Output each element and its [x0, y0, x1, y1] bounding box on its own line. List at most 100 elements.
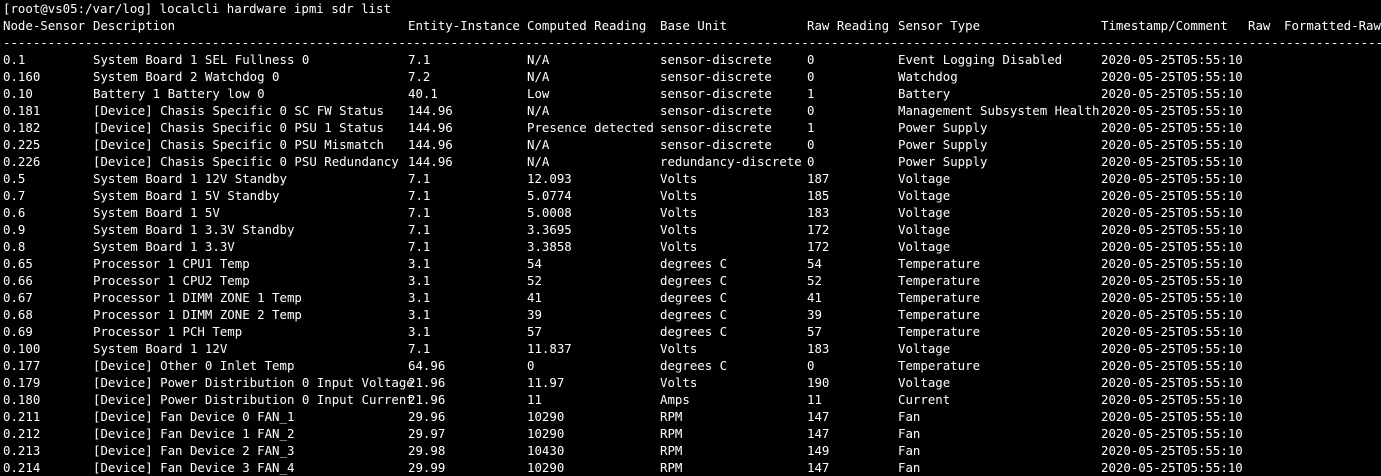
cell-base-unit: Volts — [660, 239, 698, 254]
cell-computed-reading: 11 — [527, 392, 542, 407]
cell-timestamp-comment: 2020-05-25T05:55:10 — [1101, 154, 1243, 169]
table-row: 0.10 Battery 1 Battery low 0 40.1 Low sensor… — [0, 85, 1381, 102]
cell-computed-reading: 10290 — [527, 460, 565, 475]
cell-entity-instance: 29.96 — [408, 409, 446, 424]
cell-raw-reading: 172 — [807, 222, 830, 237]
header-base-unit: Base Unit — [660, 18, 728, 33]
cell-entity-instance: 29.98 — [408, 443, 446, 458]
cell-timestamp-comment: 2020-05-25T05:55:10 — [1101, 324, 1243, 339]
cell-description: System Board 2 Watchdog 0 — [93, 69, 280, 84]
cell-entity-instance: 3.1 — [408, 256, 431, 271]
cell-base-unit: RPM — [660, 443, 683, 458]
cell-base-unit: sensor-discrete — [660, 52, 772, 67]
cell-description: Battery 1 Battery low 0 — [93, 86, 265, 101]
cell-timestamp-comment: 2020-05-25T05:55:10 — [1101, 460, 1243, 475]
cell-base-unit: Volts — [660, 188, 698, 203]
cell-description: [Device] Fan Device 0 FAN_1 — [93, 409, 295, 424]
cell-node-sensor: 0.1 — [3, 52, 26, 67]
cell-description: [Device] Other 0 Inlet Temp — [93, 358, 295, 373]
cell-timestamp-comment: 2020-05-25T05:55:10 — [1101, 52, 1243, 67]
table-separator: ----------------------------------------… — [3, 35, 1381, 50]
cell-sensor-type: Temperature — [898, 307, 981, 322]
cell-description: Processor 1 DIMM ZONE 2 Temp — [93, 307, 302, 322]
cell-timestamp-comment: 2020-05-25T05:55:10 — [1101, 120, 1243, 135]
cell-entity-instance: 21.96 — [408, 392, 446, 407]
cell-entity-instance: 7.1 — [408, 205, 431, 220]
cell-raw-reading: 0 — [807, 154, 815, 169]
cell-timestamp-comment: 2020-05-25T05:55:10 — [1101, 137, 1243, 152]
cell-sensor-type: Temperature — [898, 256, 981, 271]
cell-raw-reading: 187 — [807, 171, 830, 186]
cell-raw-reading: 54 — [807, 256, 822, 271]
cell-entity-instance: 3.1 — [408, 273, 431, 288]
cell-node-sensor: 0.177 — [3, 358, 41, 373]
cell-base-unit: sensor-discrete — [660, 120, 772, 135]
cell-entity-instance: 3.1 — [408, 290, 431, 305]
cell-description: System Board 1 5V Standby — [93, 188, 280, 203]
cell-computed-reading: 11.97 — [527, 375, 565, 390]
header-timestamp-comment: Timestamp/Comment — [1101, 18, 1228, 33]
cell-description: [Device] Fan Device 1 FAN_2 — [93, 426, 295, 441]
cell-node-sensor: 0.10 — [3, 86, 33, 101]
cell-base-unit: Amps — [660, 392, 690, 407]
cell-node-sensor: 0.7 — [3, 188, 26, 203]
cell-node-sensor: 0.66 — [3, 273, 33, 288]
cell-node-sensor: 0.225 — [3, 137, 41, 152]
cell-timestamp-comment: 2020-05-25T05:55:10 — [1101, 392, 1243, 407]
cell-base-unit: degrees C — [660, 256, 728, 271]
cell-entity-instance: 144.96 — [408, 154, 453, 169]
cell-sensor-type: Voltage — [898, 205, 951, 220]
cell-description: [Device] Chasis Specific 0 PSU Mismatch — [93, 137, 384, 152]
cell-raw-reading: 190 — [807, 375, 830, 390]
cell-node-sensor: 0.160 — [3, 69, 41, 84]
cell-timestamp-comment: 2020-05-25T05:55:10 — [1101, 69, 1243, 84]
terminal-window[interactable]: [root@vs05:/var/log] localcli hardware i… — [0, 0, 1381, 476]
cell-raw-reading: 149 — [807, 443, 830, 458]
cell-description: System Board 1 5V — [93, 205, 220, 220]
cell-base-unit: degrees C — [660, 324, 728, 339]
cell-node-sensor: 0.9 — [3, 222, 26, 237]
cell-computed-reading: 10430 — [527, 443, 565, 458]
cell-entity-instance: 3.1 — [408, 324, 431, 339]
cell-timestamp-comment: 2020-05-25T05:55:10 — [1101, 171, 1243, 186]
cell-node-sensor: 0.8 — [3, 239, 26, 254]
cell-base-unit: sensor-discrete — [660, 137, 772, 152]
cell-raw-reading: 41 — [807, 290, 822, 305]
cell-timestamp-comment: 2020-05-25T05:55:10 — [1101, 409, 1243, 424]
cell-sensor-type: Voltage — [898, 188, 951, 203]
table-row: 0.182 [Device] Chasis Specific 0 PSU 1 St… — [0, 119, 1381, 136]
cell-sensor-type: Temperature — [898, 358, 981, 373]
cell-computed-reading: 52 — [527, 273, 542, 288]
table-row: 0.100 System Board 1 12V 7.1 11.837 Volts 183… — [0, 340, 1381, 357]
cell-raw-reading: 1 — [807, 120, 815, 135]
cell-computed-reading: 0 — [527, 358, 535, 373]
table-row: 0.211 [Device] Fan Device 0 FAN_1 29.96 102… — [0, 408, 1381, 425]
cell-node-sensor: 0.213 — [3, 443, 41, 458]
cell-base-unit: sensor-discrete — [660, 69, 772, 84]
header-description: Description — [93, 18, 176, 33]
cell-sensor-type: Fan — [898, 460, 921, 475]
cell-sensor-type: Temperature — [898, 273, 981, 288]
cell-node-sensor: 0.6 — [3, 205, 26, 220]
cell-entity-instance: 29.97 — [408, 426, 446, 441]
cell-base-unit: degrees C — [660, 307, 728, 322]
table-row: 0.213 [Device] Fan Device 2 FAN_3 29.98 104… — [0, 442, 1381, 459]
cell-node-sensor: 0.5 — [3, 171, 26, 186]
cell-description: [Device] Fan Device 2 FAN_3 — [93, 443, 295, 458]
cell-base-unit: Volts — [660, 171, 698, 186]
cell-raw-reading: 0 — [807, 52, 815, 67]
cell-entity-instance: 7.1 — [408, 341, 431, 356]
table-row: 0.225 [Device] Chasis Specific 0 PSU Mism… — [0, 136, 1381, 153]
cell-computed-reading: 41 — [527, 290, 542, 305]
command-prompt: [root@vs05:/var/log] localcli hardware i… — [3, 1, 391, 16]
table-row: 0.179 [Device] Power Distribution 0 Input… — [0, 374, 1381, 391]
cell-computed-reading: N/A — [527, 154, 550, 169]
cell-entity-instance: 7.1 — [408, 171, 431, 186]
cell-sensor-type: Voltage — [898, 375, 951, 390]
cell-base-unit: Volts — [660, 205, 698, 220]
cell-base-unit: degrees C — [660, 273, 728, 288]
cell-base-unit: Volts — [660, 341, 698, 356]
cell-description: System Board 1 12V Standby — [93, 171, 287, 186]
cell-timestamp-comment: 2020-05-25T05:55:10 — [1101, 205, 1243, 220]
cell-raw-reading: 57 — [807, 324, 822, 339]
